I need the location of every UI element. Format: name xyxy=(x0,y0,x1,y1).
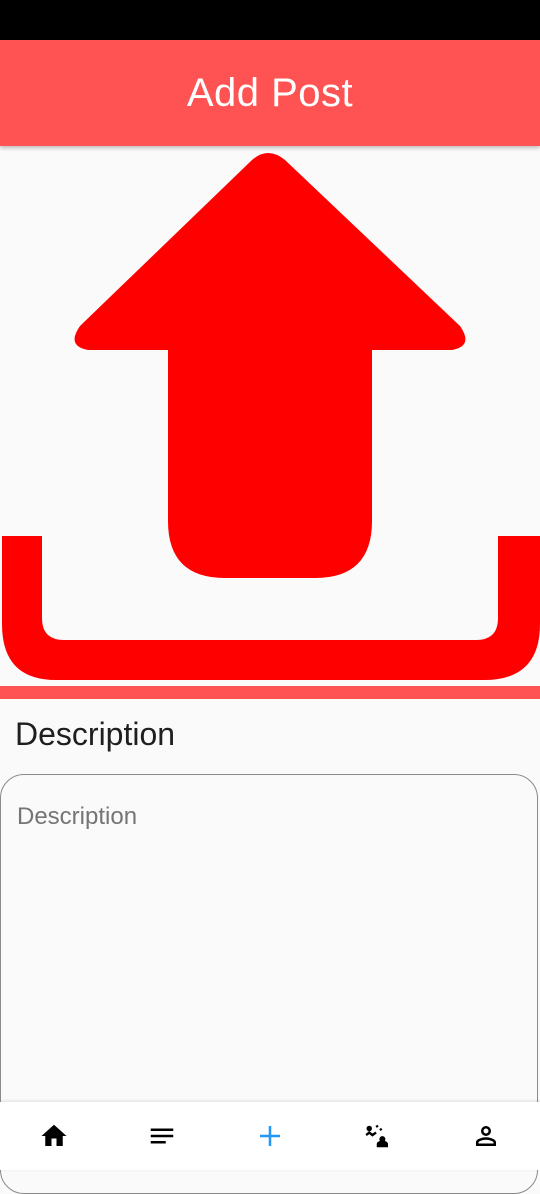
home-icon xyxy=(41,1124,67,1146)
nav-item-home[interactable] xyxy=(0,1102,108,1170)
page-title: Add Post xyxy=(186,70,354,115)
bottom-navigation xyxy=(0,1102,540,1170)
accent-divider xyxy=(0,686,540,699)
upload-icon xyxy=(2,153,540,680)
nav-item-add-post[interactable] xyxy=(216,1102,324,1170)
description-label: Description xyxy=(15,716,176,752)
nav-item-profile[interactable] xyxy=(432,1102,540,1170)
app-bar: Add Post xyxy=(0,40,540,146)
status-bar xyxy=(0,0,540,40)
feed-list-icon xyxy=(150,1128,174,1144)
add-icon xyxy=(260,1126,280,1146)
connections-icon xyxy=(365,1124,388,1148)
nav-item-feed[interactable] xyxy=(108,1102,216,1170)
description-input[interactable] xyxy=(17,803,517,1103)
image-upload-button[interactable] xyxy=(0,146,540,686)
nav-item-connections[interactable] xyxy=(324,1102,432,1170)
profile-icon xyxy=(476,1126,496,1146)
